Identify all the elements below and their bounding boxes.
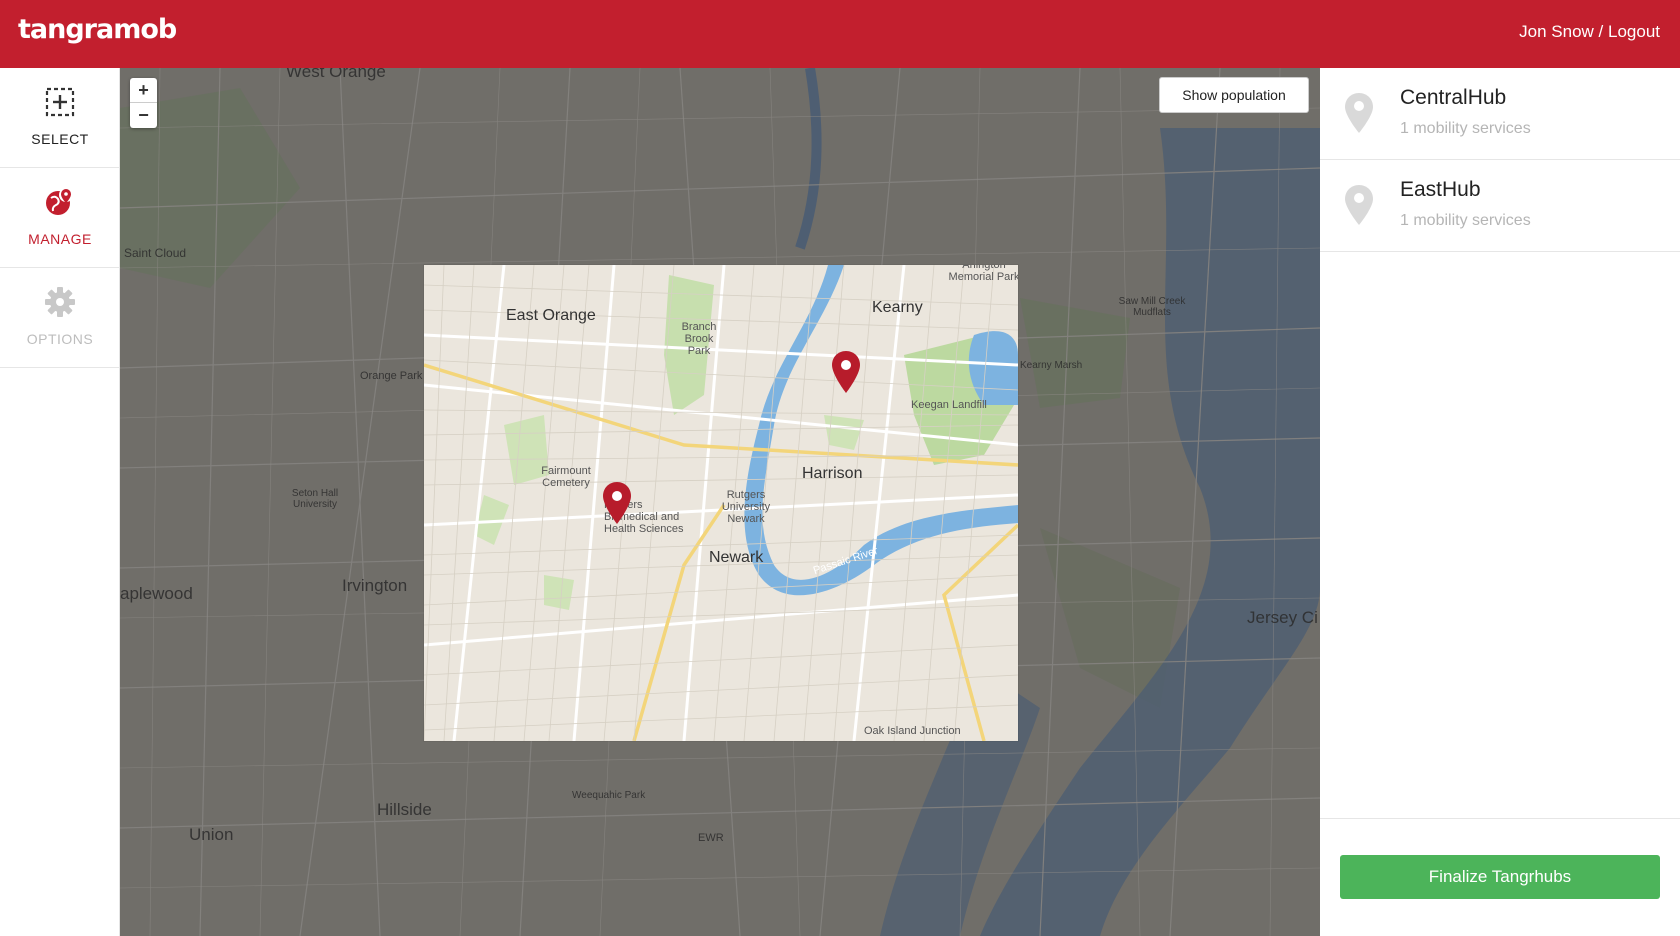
selected-map-area[interactable]: East Orange Kearny Harrison Newark Branc…: [424, 265, 1018, 741]
map-label: Oak Island Junction: [864, 725, 961, 737]
app-logo[interactable]: tangramob: [18, 14, 177, 45]
map-label: Rutgers University Newark: [721, 489, 771, 525]
zoom-in-button[interactable]: +: [130, 78, 157, 103]
hub-marker-east[interactable]: [602, 481, 632, 525]
map-label: Arlington Memorial Park: [948, 265, 1018, 283]
map-label: Branch Brook Park: [681, 321, 717, 357]
sidebar-item-label: MANAGE: [28, 231, 92, 247]
map-label: Union: [189, 825, 234, 844]
map-label: Newark: [709, 549, 764, 566]
map-label: Keegan Landfill: [911, 399, 987, 411]
location-pin-icon: [1345, 185, 1373, 225]
hub-name: EastHub: [1400, 178, 1481, 201]
hub-list-item[interactable]: EastHub 1 mobility services: [1320, 160, 1680, 252]
hub-services: 1 mobility services: [1400, 120, 1531, 137]
map-label: Saint Cloud: [124, 246, 187, 260]
hub-marker-central[interactable]: [831, 350, 861, 394]
map-label: Weequahic Park: [572, 790, 646, 801]
sidebar-item-label: SELECT: [31, 131, 89, 147]
hub-services: 1 mobility services: [1400, 212, 1531, 229]
map-label: Jersey Ci: [1247, 608, 1318, 627]
map-label: Hillside: [377, 800, 432, 819]
map-label: Kearny: [872, 299, 923, 316]
sidebar-item-label: OPTIONS: [26, 331, 94, 347]
hub-name: CentralHub: [1400, 86, 1507, 109]
user-logout-link[interactable]: Jon Snow / Logout: [1519, 22, 1660, 42]
map-label: Irvington: [342, 576, 408, 595]
sidebar-item-options[interactable]: OPTIONS: [0, 268, 120, 368]
location-pin-icon: [1345, 93, 1373, 133]
panel-divider: [1320, 818, 1680, 819]
manage-globe-icon: [46, 188, 73, 215]
map-label: West Orange: [286, 68, 386, 81]
map-label: Seton Hall University: [291, 488, 339, 510]
sidebar-item-manage[interactable]: MANAGE: [0, 168, 120, 268]
map-label: aplewood: [120, 584, 193, 603]
map-label: Harrison: [802, 465, 863, 482]
app-header: tangramob Jon Snow / Logout: [0, 0, 1680, 68]
sidebar-item-select[interactable]: SELECT: [0, 68, 120, 168]
map-label: East Orange: [506, 307, 596, 324]
gear-icon: [45, 287, 75, 317]
map-canvas[interactable]: West Orange Irvington aplewood Hillside …: [120, 68, 1320, 936]
select-area-icon: [45, 87, 75, 117]
zoom-control: + −: [130, 78, 157, 128]
map-label: Fairmount Cemetery: [541, 465, 591, 489]
map-label: EWR: [698, 832, 724, 844]
left-sidebar: SELECT MANAGE OPTIONS: [0, 68, 120, 936]
show-population-button[interactable]: Show population: [1159, 77, 1309, 113]
zoom-out-button[interactable]: −: [130, 103, 157, 128]
map-label: Orange Park: [360, 370, 423, 382]
map-label: Saw Mill Creek Mudflats: [1118, 296, 1186, 318]
map-label: Kearny Marsh: [1020, 360, 1083, 371]
finalize-tangrhubs-button[interactable]: Finalize Tangrhubs: [1340, 855, 1660, 899]
hub-list-panel: CentralHub 1 mobility services EastHub 1…: [1320, 68, 1680, 936]
hub-list-item[interactable]: CentralHub 1 mobility services: [1320, 68, 1680, 160]
